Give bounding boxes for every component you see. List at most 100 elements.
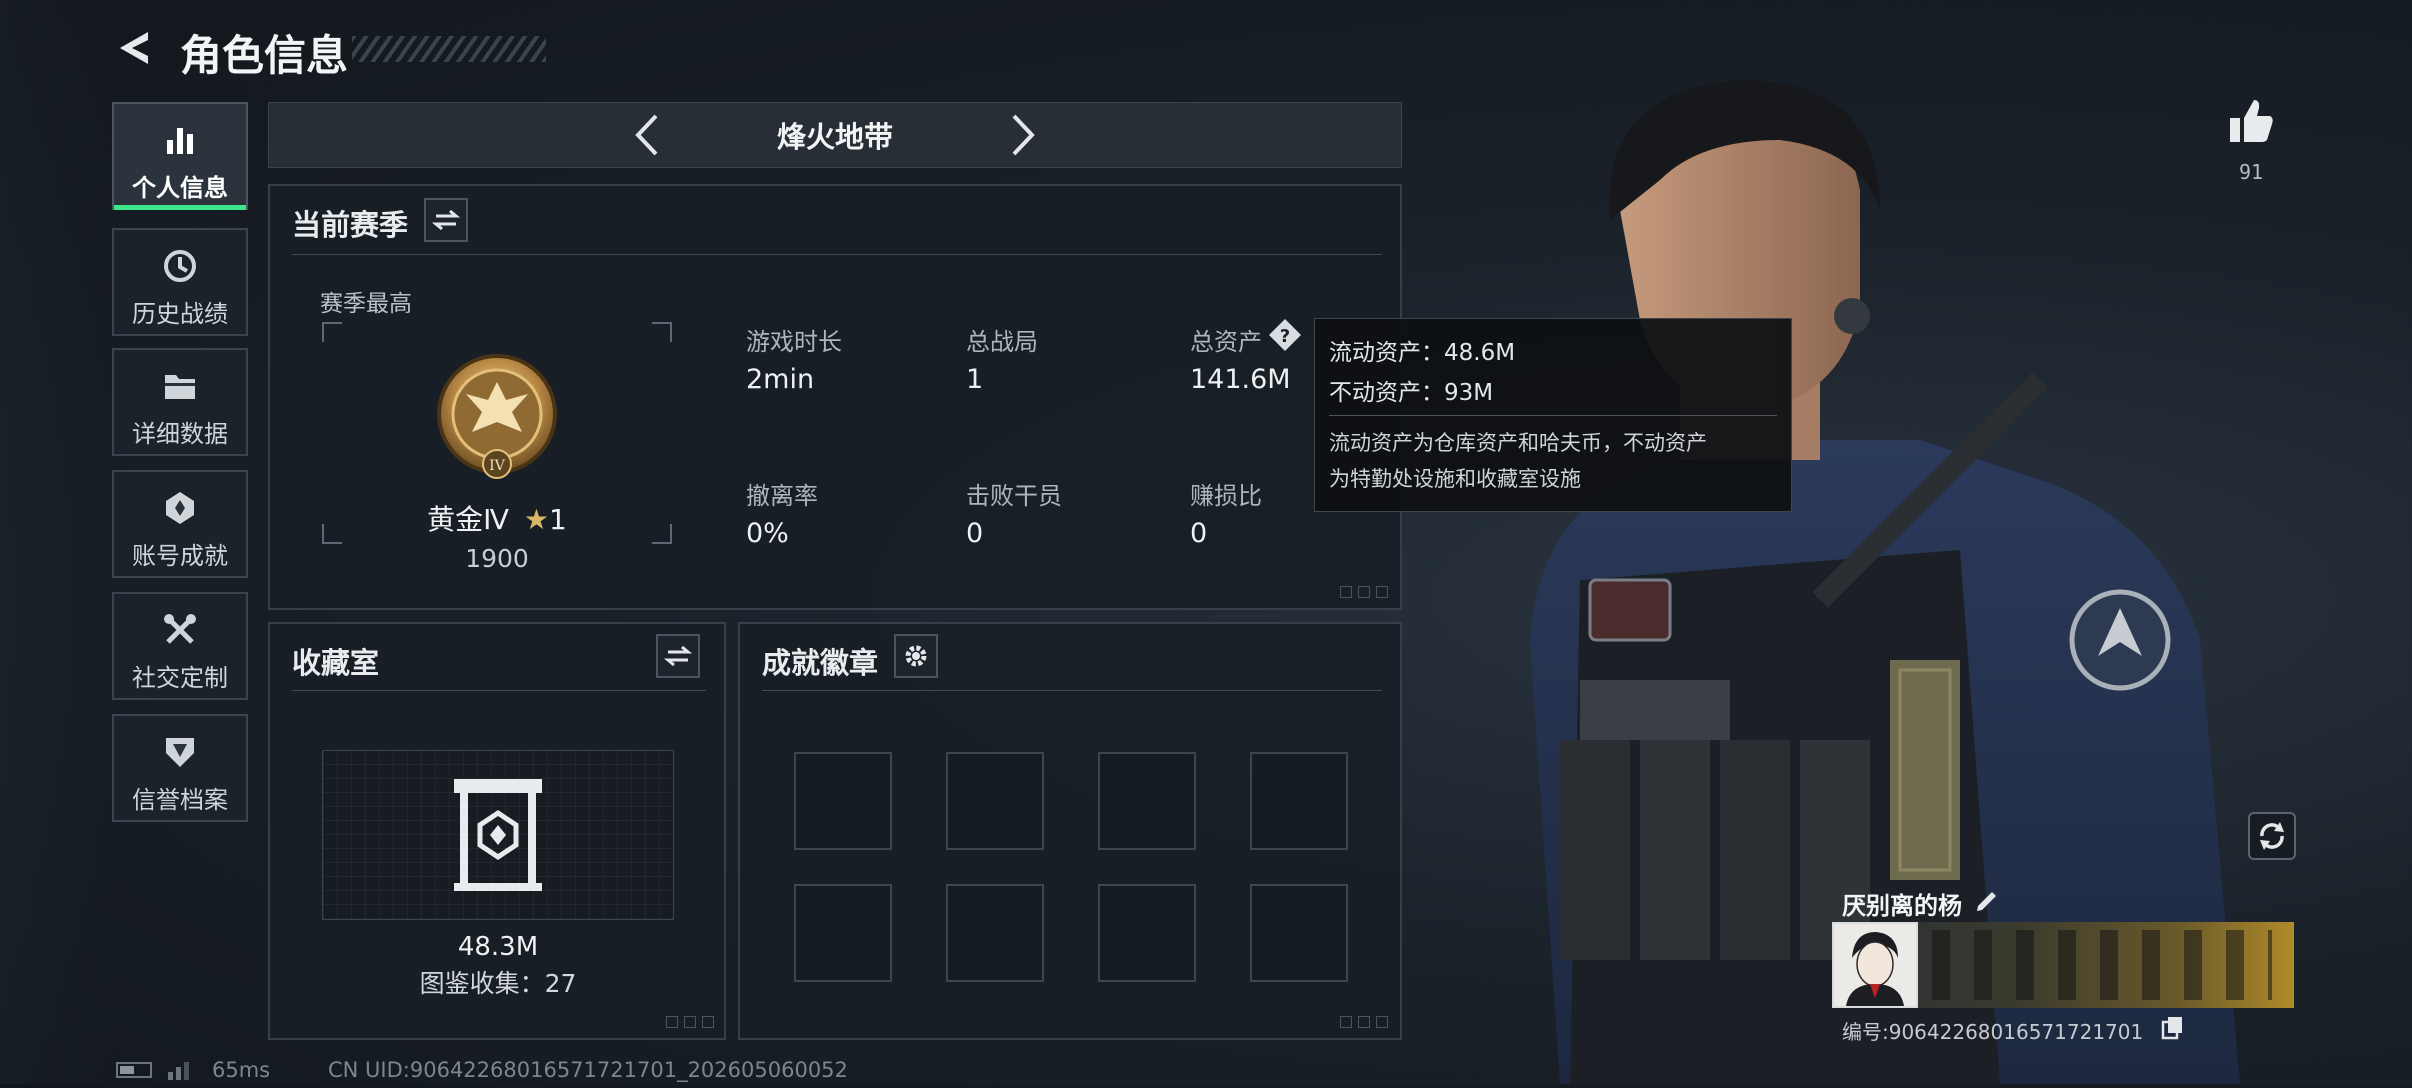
- frame-corner: [652, 322, 672, 342]
- badges-settings-button[interactable]: [894, 634, 938, 678]
- frame-corner: [322, 322, 342, 342]
- collection-preview[interactable]: [322, 750, 674, 920]
- collection-value: 48.3M: [457, 932, 539, 962]
- assets-tooltip: 流动资产：48.6M 不动资产：93M 流动资产为仓库资产和哈夫币，不动资产 为…: [1314, 318, 1792, 512]
- chevron-right-icon: [1012, 114, 1035, 156]
- sidebar-item-credit-record[interactable]: 信誉档案: [112, 714, 248, 822]
- bg-grid-decoration: [0, 0, 110, 1084]
- panel-corner-deco: [1340, 1016, 1352, 1028]
- mode-label: 烽火地带: [776, 120, 893, 154]
- pencil-icon: [1977, 892, 1996, 911]
- achievement-icon: [166, 492, 194, 524]
- panel-corner-deco: [1340, 586, 1352, 598]
- player-id: 编号:906422680165717217​01: [1842, 1020, 2144, 1044]
- season-best-label: 赛季最高: [320, 291, 412, 317]
- collection-switch-button[interactable]: [656, 634, 700, 678]
- rank-name-row: 黄金Ⅳ ★1: [372, 498, 622, 538]
- stat-value-total-assets: 141.6M: [1190, 364, 1291, 395]
- swap-icon: [664, 645, 692, 667]
- svg-text:?: ?: [1280, 326, 1290, 347]
- banner-soldiers-art: [1932, 930, 2272, 1000]
- season-switch-button[interactable]: [424, 198, 468, 242]
- tooltip-divider: [1329, 415, 1777, 416]
- rank-score: 1900: [465, 544, 529, 573]
- chevron-left-icon: [635, 114, 658, 156]
- badge-slot[interactable]: [946, 752, 1044, 850]
- gold-rank-emblem-icon: IV: [437, 354, 557, 479]
- rank-emblem: IV: [432, 348, 562, 484]
- sidebar-item-history[interactable]: 历史战绩: [112, 228, 248, 336]
- sidebar-item-label: 社交定制: [132, 664, 228, 692]
- panel-corner-deco: [702, 1016, 714, 1028]
- stat-value-total-matches: 1: [966, 364, 984, 395]
- rotate-model-button[interactable]: [2248, 812, 2296, 860]
- gear-icon: [905, 645, 927, 667]
- panel-corner-deco: [666, 1016, 678, 1028]
- stat-label-total-matches: 总战局: [966, 328, 1038, 356]
- bar-chart-icon: [167, 128, 193, 154]
- assets-help-button[interactable]: ?: [1268, 318, 1302, 352]
- like-count: 91: [2238, 160, 2264, 184]
- badge-slot[interactable]: [946, 884, 1044, 982]
- rotate-icon: [2260, 822, 2284, 850]
- collection-catalog: 图鉴收集：27: [419, 969, 577, 998]
- signal-icon: [166, 1058, 196, 1080]
- sidebar-item-label: 信誉档案: [132, 786, 228, 814]
- vault-icon: [454, 779, 542, 891]
- sidebar-item-detailed-data[interactable]: 详细数据: [112, 348, 248, 456]
- stat-label-total-assets: 总资产: [1190, 328, 1262, 356]
- edit-name-button[interactable]: [1972, 884, 2002, 914]
- tooltip-description-line1: 流动资产为仓库资产和哈夫币，不动资产: [1329, 431, 1707, 455]
- swap-icon: [432, 209, 460, 231]
- ping-text: 65ms: [212, 1058, 271, 1082]
- rank-stars: 1: [549, 503, 567, 536]
- sidebar-item-social-custom[interactable]: 社交定制: [112, 592, 248, 700]
- panel-corner-deco: [684, 1016, 696, 1028]
- copy-id-button[interactable]: [2160, 1014, 2186, 1040]
- sidebar-item-achievements[interactable]: 账号成就: [112, 470, 248, 578]
- battery-icon: [116, 1062, 152, 1078]
- badges-panel-title: 成就徽章: [762, 646, 879, 680]
- stat-label-profit-ratio: 赚损比: [1190, 482, 1262, 510]
- stat-value-extraction-rate: 0%: [746, 518, 789, 549]
- stat-value-profit-ratio: 0: [1190, 518, 1208, 549]
- player-name: 厌别离的杨: [1842, 892, 1962, 920]
- sidebar-item-label: 详细数据: [132, 420, 228, 448]
- collection-panel-title: 收藏室: [292, 646, 380, 680]
- stat-label-extraction-rate: 撤离率: [746, 482, 818, 510]
- tooltip-description-line2: 为特勤处设施和收藏室设施: [1329, 467, 1581, 491]
- rank-name: 黄金Ⅳ: [427, 503, 509, 536]
- season-panel-title: 当前赛季: [292, 208, 409, 242]
- frame-corner: [322, 524, 342, 544]
- back-button[interactable]: [112, 26, 156, 70]
- badge-slot[interactable]: [1250, 752, 1348, 850]
- svg-text:IV: IV: [489, 458, 506, 474]
- badge-slot[interactable]: [1098, 884, 1196, 982]
- title-stripes: [352, 36, 546, 62]
- avatar[interactable]: [1832, 922, 1918, 1008]
- like-button[interactable]: [2226, 96, 2276, 146]
- badge-slot[interactable]: [1250, 884, 1348, 982]
- badge-slot[interactable]: [794, 884, 892, 982]
- avatar-portrait-icon: [1846, 932, 1904, 1006]
- frame-corner: [652, 524, 672, 544]
- tools-icon: [164, 614, 196, 644]
- stat-value-operators-defeated: 0: [966, 518, 984, 549]
- sidebar-item-label: 个人信息: [132, 174, 228, 202]
- sidebar-item-personal-info[interactable]: 个人信息: [112, 102, 248, 210]
- stat-label-playtime: 游戏时长: [746, 328, 842, 356]
- badge-slot[interactable]: [794, 752, 892, 850]
- divider: [292, 690, 706, 691]
- uid-text: CN UID:906422680165717217​01_20260506005…: [328, 1058, 848, 1082]
- back-arrow-icon: [120, 32, 148, 64]
- folder-icon: [165, 375, 195, 399]
- sidebar-item-label: 历史战绩: [132, 300, 228, 328]
- panel-corner-deco: [1358, 1016, 1370, 1028]
- thumbs-up-icon: [2230, 100, 2273, 142]
- next-mode-button[interactable]: [1002, 110, 1042, 160]
- stat-label-operators-defeated: 击败干员: [966, 482, 1062, 510]
- tooltip-fixed-assets: 不动资产：93M: [1329, 380, 1494, 406]
- badge-slot[interactable]: [1098, 752, 1196, 850]
- prev-mode-button[interactable]: [628, 110, 668, 160]
- player-card-banner[interactable]: [1832, 922, 2294, 1008]
